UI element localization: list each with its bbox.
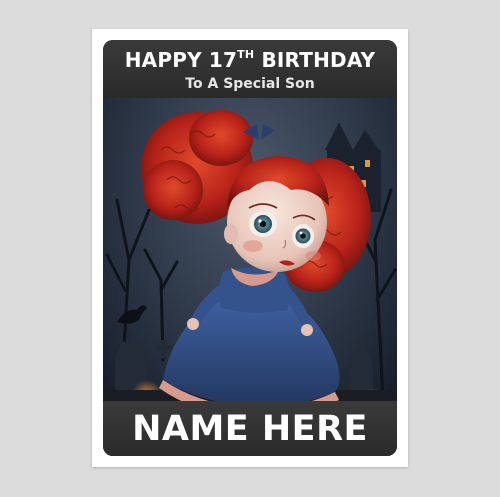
name-banner: NAME HERE	[103, 401, 397, 456]
canvas: HAPPY 17TH BIRTHDAY To A Special Son NAM…	[0, 0, 500, 497]
headline-prefix: HAPPY 17	[124, 48, 238, 72]
birthday-subline: To A Special Son	[185, 76, 315, 92]
doll-illustration	[103, 40, 397, 456]
headline-ordinal: TH	[237, 48, 255, 62]
birthday-card: HAPPY 17TH BIRTHDAY To A Special Son NAM…	[92, 29, 408, 467]
header-banner: HAPPY 17TH BIRTHDAY To A Special Son	[103, 40, 397, 98]
card-artwork: HAPPY 17TH BIRTHDAY To A Special Son NAM…	[103, 40, 397, 456]
name-placeholder: NAME HERE	[132, 409, 368, 449]
headline-suffix: BIRTHDAY	[254, 48, 376, 72]
birthday-headline: HAPPY 17TH BIRTHDAY	[103, 49, 397, 71]
